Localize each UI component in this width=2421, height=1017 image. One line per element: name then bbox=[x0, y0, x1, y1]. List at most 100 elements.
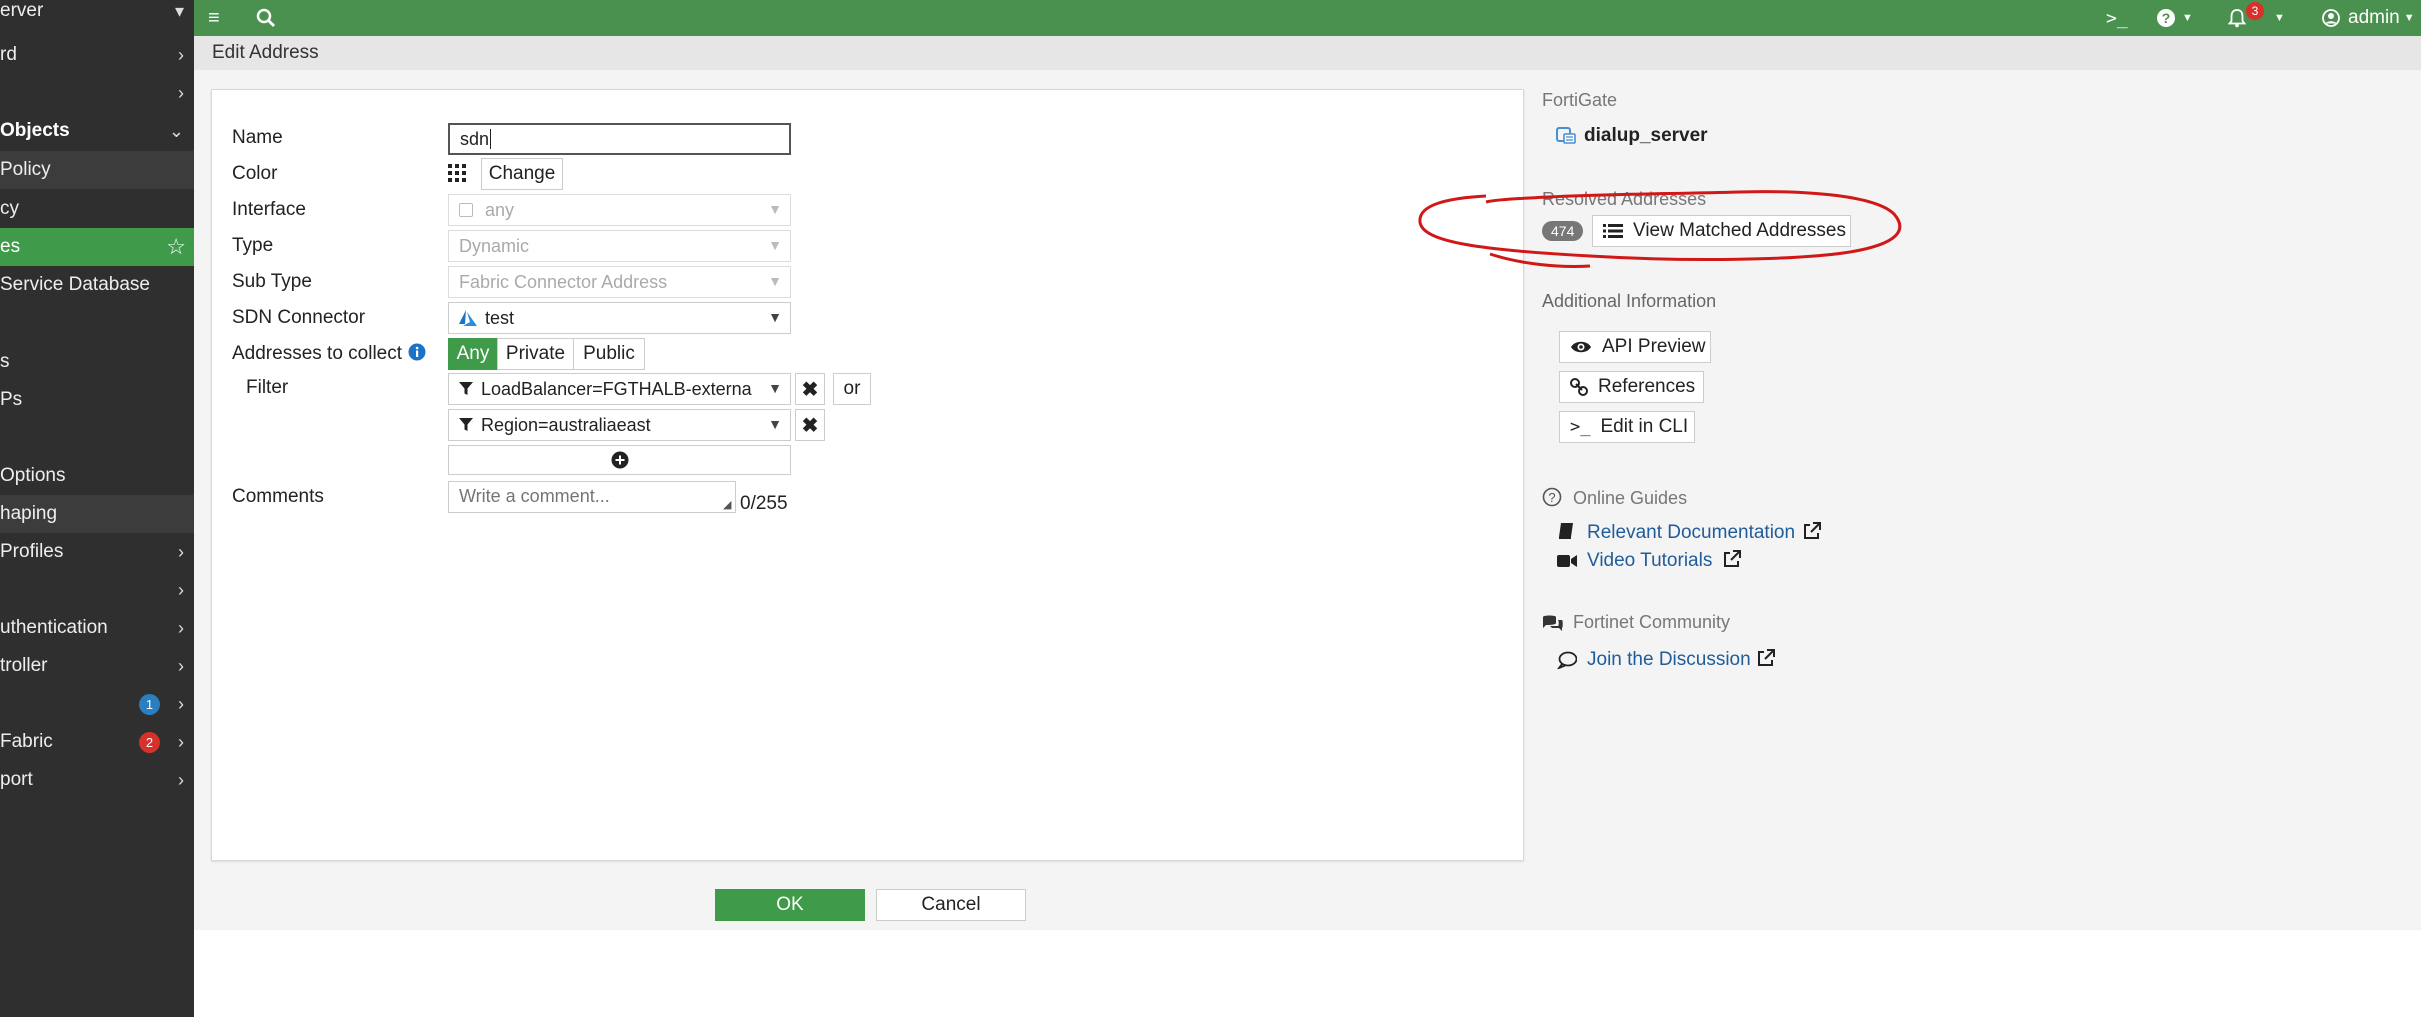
remove-filter-2-button[interactable]: ✖ bbox=[795, 409, 825, 441]
link-icon bbox=[1570, 378, 1588, 396]
name-label: Name bbox=[232, 127, 283, 148]
sidebar-item-controller[interactable]: troller › bbox=[0, 647, 194, 685]
fortinet-community-heading: Fortinet Community bbox=[1573, 612, 1731, 632]
help-icon[interactable]: ? ▼ bbox=[2156, 0, 2193, 36]
caret-down-icon: ▾ bbox=[174, 0, 184, 21]
interface-value: any bbox=[485, 199, 515, 220]
close-icon: ✖ bbox=[801, 414, 819, 437]
filter-2-value: Region=australiaeast bbox=[481, 414, 651, 435]
filter-select-1[interactable]: LoadBalancer=FGTHALB-externa ▼ bbox=[448, 373, 791, 405]
sidebar-item-dashboard[interactable]: rd › bbox=[0, 36, 194, 74]
svg-text:?: ? bbox=[1548, 490, 1555, 505]
relevant-documentation-link[interactable]: Relevant Documentation bbox=[1587, 522, 1795, 544]
sidebar-item-policy[interactable]: Policy bbox=[0, 151, 194, 189]
speech-bubble-icon bbox=[1556, 651, 1578, 675]
edit-in-cli-button[interactable]: >_ Edit in CLI bbox=[1559, 411, 1695, 443]
sidebar-item-options[interactable]: Options bbox=[0, 457, 194, 495]
comments-textarea[interactable] bbox=[448, 481, 736, 513]
page-title: Edit Address bbox=[212, 42, 319, 63]
page-title-bar: Edit Address bbox=[194, 36, 2421, 70]
external-link-icon[interactable] bbox=[1722, 550, 1741, 575]
user-menu[interactable]: admin ▼ bbox=[2348, 0, 2415, 36]
sidebar-item-shaping[interactable]: haping bbox=[0, 495, 194, 533]
chevron-right-icon: › bbox=[178, 655, 184, 676]
count-badge: 1 bbox=[139, 693, 160, 715]
username-label: admin bbox=[2348, 7, 2400, 28]
external-link-icon[interactable] bbox=[1756, 649, 1775, 674]
top-bar: ≡ >_ ? ▼ 3 ▼ admin ▼ bbox=[194, 0, 2421, 36]
resize-grip-icon[interactable]: ◢ bbox=[723, 498, 731, 511]
bell-icon[interactable] bbox=[2228, 0, 2246, 36]
ok-button[interactable]: OK bbox=[715, 889, 865, 921]
sidebar-item-ps[interactable]: Ps bbox=[0, 381, 194, 419]
type-value: Dynamic bbox=[459, 235, 530, 256]
filter-label: Filter bbox=[246, 377, 289, 398]
sidebar-item-addresses[interactable]: es ☆ bbox=[0, 228, 194, 266]
filter-select-2[interactable]: Region=australiaeast ▼ bbox=[448, 409, 791, 441]
sidebar-item-label: erver bbox=[0, 0, 44, 21]
external-link-icon[interactable] bbox=[1802, 522, 1821, 547]
sidebar: erver ▾ rd › › Objects ⌄ Policy cy es ☆ … bbox=[0, 0, 194, 1017]
sidebar-item-label: haping bbox=[0, 503, 58, 524]
sidebar-item-s[interactable]: s bbox=[0, 343, 194, 381]
collect-private-option[interactable]: Private bbox=[497, 338, 574, 370]
sidebar-item-fabric[interactable]: Fabric 2 › bbox=[0, 723, 194, 761]
user-avatar-icon[interactable] bbox=[2322, 0, 2340, 36]
sidebar-item-report[interactable]: port › bbox=[0, 761, 194, 799]
additional-info-heading: Additional Information bbox=[1542, 291, 1717, 311]
interface-select[interactable]: any ▼ bbox=[448, 194, 791, 226]
cli-icon: >_ bbox=[1570, 417, 1591, 437]
star-icon[interactable]: ☆ bbox=[166, 234, 186, 260]
name-input[interactable]: sdn bbox=[448, 123, 791, 155]
chevron-right-icon: › bbox=[178, 769, 184, 790]
remove-filter-1-button[interactable]: ✖ bbox=[795, 373, 825, 405]
sidebar-item-unnamed-2[interactable]: › bbox=[0, 571, 194, 609]
sidebar-item-label: Policy bbox=[0, 159, 51, 180]
interface-checkbox[interactable] bbox=[459, 203, 473, 217]
comments-icon bbox=[1542, 615, 1564, 639]
sidebar-item-unnamed[interactable]: › bbox=[0, 74, 194, 112]
caret-down-icon[interactable]: ▼ bbox=[2274, 0, 2285, 36]
sidebar-item-service-database[interactable]: Service Database bbox=[0, 266, 194, 304]
comments-label: Comments bbox=[232, 486, 324, 507]
sidebar-item-server[interactable]: erver ▾ bbox=[0, 0, 194, 30]
type-select[interactable]: Dynamic ▼ bbox=[448, 230, 791, 262]
subtype-select[interactable]: Fabric Connector Address ▼ bbox=[448, 266, 791, 298]
sidebar-item-label: uthentication bbox=[0, 617, 108, 638]
sidebar-item-authentication[interactable]: uthentication › bbox=[0, 609, 194, 647]
sidebar-item-policy-objects[interactable]: Objects ⌄ bbox=[0, 112, 194, 150]
sidebar-item-badged[interactable]: 1 › bbox=[0, 685, 194, 723]
join-the-discussion-link[interactable]: Join the Discussion bbox=[1587, 649, 1751, 671]
sdn-connector-select[interactable]: test ▼ bbox=[448, 302, 791, 334]
sidebar-item-label: s bbox=[0, 351, 10, 372]
or-filter-button[interactable]: or bbox=[833, 373, 871, 405]
caret-down-icon: ▼ bbox=[768, 237, 782, 253]
name-input-value: sdn bbox=[460, 128, 490, 149]
sidebar-item-label: Ps bbox=[0, 389, 23, 410]
caret-down-icon: ▼ bbox=[768, 416, 782, 432]
cli-console-icon[interactable]: >_ bbox=[2106, 0, 2128, 36]
references-button[interactable]: References bbox=[1559, 371, 1704, 403]
video-tutorials-link[interactable]: Video Tutorials bbox=[1587, 550, 1712, 572]
hamburger-menu-icon[interactable]: ≡ bbox=[208, 0, 220, 36]
info-icon[interactable] bbox=[408, 343, 426, 367]
book-icon bbox=[1558, 523, 1574, 546]
cancel-button[interactable]: Cancel bbox=[876, 889, 1026, 921]
sidebar-item-cy[interactable]: cy bbox=[0, 190, 194, 228]
collect-any-option[interactable]: Any bbox=[448, 338, 498, 370]
edit-cli-label: Edit in CLI bbox=[1600, 416, 1689, 437]
sidebar-item-profiles[interactable]: Profiles › bbox=[0, 533, 194, 571]
sidebar-item-label: es bbox=[0, 236, 21, 257]
type-label: Type bbox=[232, 235, 274, 256]
close-icon: ✖ bbox=[801, 378, 819, 401]
api-preview-button[interactable]: API Preview bbox=[1559, 331, 1711, 363]
chevron-right-icon: › bbox=[178, 541, 184, 562]
sidebar-item-label: cy bbox=[0, 198, 19, 219]
search-icon[interactable] bbox=[256, 0, 276, 36]
comments-counter: 0/255 bbox=[740, 493, 788, 514]
count-badge: 2 bbox=[139, 731, 160, 753]
add-filter-button[interactable] bbox=[448, 445, 791, 475]
online-guides-heading: Online Guides bbox=[1573, 488, 1688, 508]
collect-public-option[interactable]: Public bbox=[573, 338, 645, 370]
color-change-button[interactable]: Change bbox=[481, 158, 563, 190]
